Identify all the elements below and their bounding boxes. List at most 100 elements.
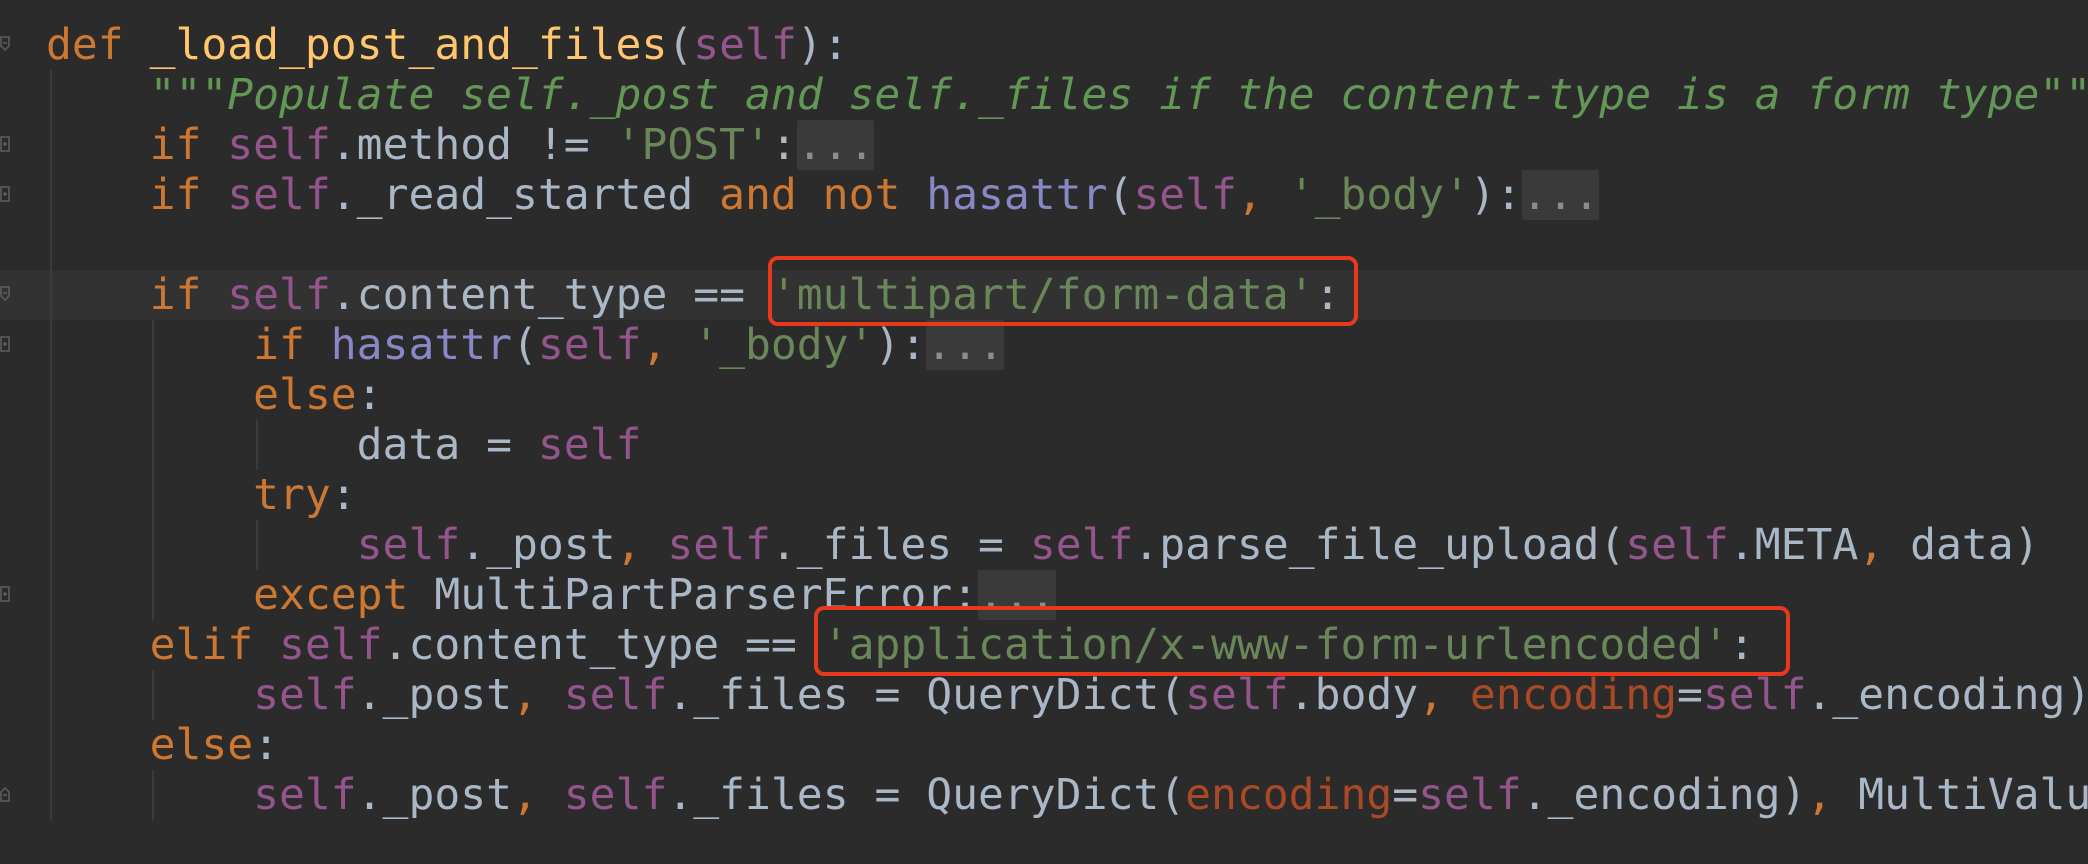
code-token: else: [149, 720, 254, 770]
code-token: ):: [874, 320, 927, 370]
code-token: .META: [1728, 520, 1859, 570]
code-line[interactable]: data = self: [46, 420, 642, 470]
code-line[interactable]: else:: [46, 720, 279, 770]
code-token: .method !=: [330, 120, 616, 170]
fold-expand-icon[interactable]: [0, 136, 10, 154]
code-token: :: [770, 120, 797, 170]
code-token: ._read_started: [330, 170, 720, 220]
code-token: '_body': [1288, 170, 1470, 220]
code-line[interactable]: try:: [46, 470, 357, 520]
code-token: ._files = QueryDict(: [667, 670, 1186, 720]
code-line[interactable]: self._post, self._files = QueryDict(self…: [46, 670, 2088, 720]
code-line[interactable]: if self.method != 'POST':...: [46, 120, 875, 170]
code-token: try: [253, 470, 331, 520]
code-token: and not: [719, 170, 927, 220]
code-token: ._post: [356, 670, 513, 720]
code-token: elif: [149, 620, 280, 670]
code-token: self: [279, 620, 383, 670]
code-line[interactable]: """Populate self._post and self._files i…: [46, 70, 2088, 120]
fold-expand-icon[interactable]: [0, 586, 10, 604]
code-token: data =: [46, 420, 538, 470]
code-token: self: [227, 120, 331, 170]
code-token: if: [149, 170, 228, 220]
fold-collapse-icon[interactable]: [0, 286, 10, 304]
code-token: (: [667, 20, 694, 70]
fold-end-icon[interactable]: [0, 786, 10, 804]
code-token: ):: [796, 20, 849, 70]
code-line[interactable]: self._post, self._files = self.parse_fil…: [46, 520, 2040, 570]
code-token: ,: [1418, 670, 1470, 720]
code-token: self: [227, 170, 331, 220]
code-token: (: [512, 320, 538, 370]
code-line[interactable]: else:: [46, 370, 383, 420]
code-token: ,: [615, 520, 668, 570]
code-token: .body: [1288, 670, 1419, 720]
code-token: self: [563, 770, 668, 820]
code-token: .content_type ==: [330, 270, 771, 320]
code-token: '_body': [693, 320, 875, 370]
code-token: if: [149, 120, 228, 170]
code-line[interactable]: if hasattr(self, '_body'):...: [46, 320, 1004, 370]
code-editor[interactable]: def _load_post_and_files(self): """Popul…: [0, 0, 2088, 864]
code-token: 'POST': [615, 120, 771, 170]
code-token: ,: [641, 320, 694, 370]
code-token: encoding: [1185, 770, 1393, 820]
code-token: ,: [1236, 170, 1289, 220]
code-token: =: [1677, 670, 1703, 720]
fold-expand-icon[interactable]: [0, 186, 10, 204]
code-token: (: [1107, 170, 1134, 220]
folded-code-marker[interactable]: ...: [1521, 170, 1600, 220]
code-token: if: [253, 320, 331, 370]
code-token: self: [1029, 520, 1134, 570]
fold-expand-icon[interactable]: [0, 336, 10, 354]
code-token: :: [356, 370, 383, 420]
code-token: self: [1625, 520, 1729, 570]
code-token: encoding: [1469, 670, 1678, 720]
code-token: data): [1910, 520, 2040, 570]
code-token: ._post: [460, 520, 616, 570]
code-token: self: [1185, 670, 1289, 720]
code-token: MultiValu: [1858, 770, 2088, 820]
folded-code-marker[interactable]: ...: [796, 120, 875, 170]
code-token: _load_post_and_files: [149, 20, 668, 70]
code-token: =: [1392, 770, 1419, 820]
code-token: self: [667, 520, 771, 570]
code-token: hasattr: [926, 170, 1108, 220]
code-token: self: [1133, 170, 1237, 220]
code-token: def: [46, 20, 150, 70]
code-token: :: [330, 470, 357, 520]
code-token: ._encoding): [1806, 670, 2088, 720]
code-token: :: [253, 720, 280, 770]
folded-code-marker[interactable]: ...: [926, 320, 1004, 370]
annotation-box-urlencoded: [814, 606, 1790, 676]
code-token: if: [149, 270, 228, 320]
code-token: ,: [512, 770, 564, 820]
code-token: ._files = QueryDict(: [667, 770, 1186, 820]
code-token: ._files =: [770, 520, 1030, 570]
code-token: self: [693, 20, 797, 70]
code-token: self: [356, 520, 461, 570]
code-line[interactable]: self._post, self._files = QueryDict(enco…: [46, 770, 2088, 820]
fold-collapse-icon[interactable]: [0, 36, 10, 54]
editor-gutter: [0, 0, 24, 864]
code-token: self: [253, 670, 357, 720]
code-line[interactable]: def _load_post_and_files(self):: [46, 20, 849, 70]
annotation-box-multipart: [768, 256, 1358, 326]
code-token: .parse_file_upload(: [1133, 520, 1626, 570]
code-line[interactable]: if self._read_started and not hasattr(se…: [46, 170, 1600, 220]
code-token: self: [1702, 670, 1807, 720]
code-token: self: [563, 670, 668, 720]
code-token: .content_type ==: [382, 620, 823, 670]
